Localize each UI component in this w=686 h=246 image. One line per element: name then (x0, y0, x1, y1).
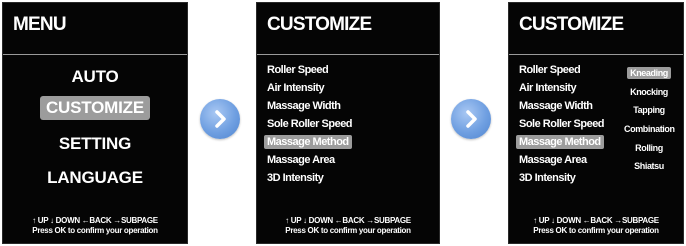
subpage-item-kneading[interactable]: Kneading (621, 67, 677, 79)
help-footer: ↑ UP ↓ DOWN ←BACK →SUBPAGE Press OK to c… (257, 216, 439, 236)
menu-item-label: LANGUAGE (47, 168, 143, 187)
subpage-item-combination[interactable]: Combination (621, 123, 677, 135)
menu-item-label: CUSTOMIZE (39, 96, 150, 120)
menu-item-label: Sole Roller Speed (519, 118, 605, 130)
menu-item-label: Massage Method (516, 135, 604, 149)
confirm-hint: Press OK to confirm your operation (533, 226, 659, 235)
confirm-hint: Press OK to confirm your operation (32, 226, 158, 235)
menu-item-3d-intensity[interactable]: 3D Intensity (519, 171, 578, 185)
menu-screen: MENU AUTO CUSTOMIZE SETTING LANGUAGE ↑ U… (2, 2, 188, 244)
screen-title: CUSTOMIZE (519, 14, 624, 35)
customize-subpage-screen: CUSTOMIZE Roller Speed Air Intensity Mas… (508, 2, 684, 244)
menu-item-label: Massage Area (267, 154, 335, 166)
menu-item-label: Roller Speed (267, 64, 329, 76)
screen-title: CUSTOMIZE (267, 14, 372, 35)
menu-item-label: SETTING (58, 134, 132, 153)
menu-item-massage-area[interactable]: Massage Area (267, 153, 338, 167)
menu-item-roller-speed[interactable]: Roller Speed (519, 63, 583, 77)
menu-item-label: Massage Area (519, 154, 587, 166)
subpage-item-label: Rolling (635, 143, 663, 153)
subpage-item-label: Knocking (630, 87, 668, 97)
menu-item-language[interactable]: LANGUAGE (3, 166, 187, 190)
subpage-item-label: Kneading (627, 67, 671, 79)
chevron-right-icon (215, 110, 226, 128)
title-divider (3, 54, 187, 55)
menu-item-label: Massage Method (264, 135, 352, 149)
menu-item-label: Sole Roller Speed (267, 118, 353, 130)
subpage-item-label: Combination (624, 124, 675, 134)
menu-item-massage-method[interactable]: Massage Method (264, 135, 352, 149)
menu-item-setting[interactable]: SETTING (3, 132, 187, 156)
menu-item-label: Massage Width (519, 100, 593, 112)
next-arrow-button (451, 99, 491, 139)
menu-item-label: Massage Width (267, 100, 341, 112)
menu-item-label: Air Intensity (519, 82, 577, 94)
nav-hint: ↑ UP ↓ DOWN ←BACK →SUBPAGE (533, 216, 659, 225)
menu-item-sole-roller-speed[interactable]: Sole Roller Speed (267, 117, 355, 131)
subpage-item-knocking[interactable]: Knocking (621, 86, 677, 98)
menu-item-roller-speed[interactable]: Roller Speed (267, 63, 331, 77)
menu-item-massage-method[interactable]: Massage Method (516, 135, 604, 149)
subpage-item-rolling[interactable]: Rolling (621, 142, 677, 154)
subpage-item-tapping[interactable]: Tapping (621, 104, 677, 116)
menu-item-customize[interactable]: CUSTOMIZE (3, 96, 187, 120)
title-divider (509, 54, 683, 55)
subpage-item-label: Shiatsu (634, 161, 664, 171)
subpage-item-shiatsu[interactable]: Shiatsu (621, 160, 677, 172)
menu-item-air-intensity[interactable]: Air Intensity (519, 81, 579, 95)
menu-item-auto[interactable]: AUTO (3, 65, 187, 89)
menu-item-sole-roller-speed[interactable]: Sole Roller Speed (519, 117, 607, 131)
customize-screen: CUSTOMIZE Roller Speed Air Intensity Mas… (256, 2, 440, 244)
subpage-item-label: Tapping (633, 105, 665, 115)
menu-item-label: Air Intensity (267, 82, 325, 94)
menu-item-label: AUTO (71, 67, 119, 86)
menu-item-3d-intensity[interactable]: 3D Intensity (267, 171, 326, 185)
help-footer: ↑ UP ↓ DOWN ←BACK →SUBPAGE Press OK to c… (3, 216, 187, 236)
confirm-hint: Press OK to confirm your operation (285, 226, 411, 235)
menu-item-label: 3D Intensity (519, 172, 576, 184)
menu-item-massage-area[interactable]: Massage Area (519, 153, 590, 167)
menu-item-air-intensity[interactable]: Air Intensity (267, 81, 327, 95)
nav-hint: ↑ UP ↓ DOWN ←BACK →SUBPAGE (32, 216, 158, 225)
screen-title: MENU (13, 14, 67, 35)
help-footer: ↑ UP ↓ DOWN ←BACK →SUBPAGE Press OK to c… (509, 216, 683, 236)
next-arrow-button (200, 99, 240, 139)
chevron-right-icon (466, 110, 477, 128)
menu-item-massage-width[interactable]: Massage Width (267, 99, 343, 113)
menu-item-label: 3D Intensity (267, 172, 324, 184)
nav-hint: ↑ UP ↓ DOWN ←BACK →SUBPAGE (285, 216, 411, 225)
menu-item-massage-width[interactable]: Massage Width (519, 99, 595, 113)
menu-item-label: Roller Speed (519, 64, 581, 76)
title-divider (257, 54, 439, 55)
